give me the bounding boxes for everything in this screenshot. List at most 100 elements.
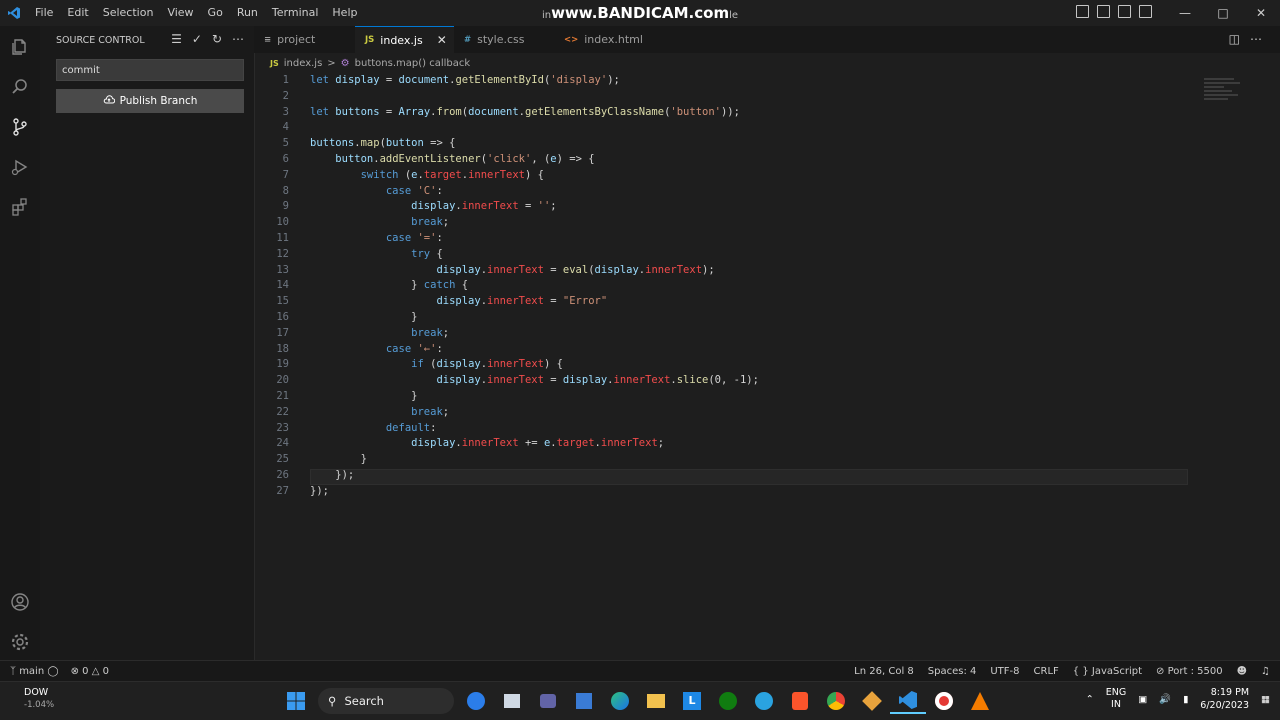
customize-layout-icon[interactable]	[1139, 5, 1152, 18]
settings-gear-icon[interactable]	[8, 630, 32, 654]
code-line[interactable]: 16 }	[254, 309, 1280, 325]
search-icon[interactable]	[8, 75, 32, 99]
volume-icon[interactable]: 🔊	[1159, 694, 1171, 705]
menu-file[interactable]: File	[28, 0, 60, 26]
end-of-line[interactable]: CRLF	[1034, 666, 1059, 677]
live-server-port[interactable]: ⊘ Port : 5500	[1156, 666, 1223, 677]
code-line[interactable]: 19 if (display.innerText) {	[254, 356, 1280, 372]
commit-message-input[interactable]: commit	[56, 59, 244, 81]
feedback-icon[interactable]: ☻	[1237, 666, 1247, 677]
show-hidden-icons-chevron-icon[interactable]: ⌃	[1086, 694, 1094, 705]
store-icon[interactable]	[566, 688, 602, 714]
vlc-icon[interactable]	[962, 688, 998, 714]
menu-go[interactable]: Go	[201, 0, 230, 26]
close-tab-icon[interactable]: ✕	[437, 33, 447, 47]
code-line[interactable]: 9 display.innerText = '';	[254, 198, 1280, 214]
tab-index-html[interactable]: <> index.html	[554, 26, 654, 53]
cursor-position[interactable]: Ln 26, Col 8	[854, 666, 914, 677]
xbox-icon[interactable]	[710, 688, 746, 714]
branch-indicator[interactable]: ᛉ main ◯	[10, 666, 59, 677]
battery-icon[interactable]: ▮	[1183, 694, 1188, 705]
input-language[interactable]: ENG IN	[1106, 687, 1126, 711]
more-actions-icon[interactable]: ⋯	[232, 32, 244, 46]
file-encoding[interactable]: UTF-8	[990, 666, 1019, 677]
close-window-button[interactable]: ✕	[1242, 0, 1280, 26]
code-line[interactable]: 5 buttons.map(button => {	[254, 135, 1280, 151]
minimize-button[interactable]: —	[1166, 0, 1204, 26]
app-l-icon[interactable]: L	[674, 688, 710, 714]
network-icon[interactable]: ▣	[1138, 694, 1147, 705]
run-debug-icon[interactable]	[8, 155, 32, 179]
edge-browser-icon[interactable]	[602, 688, 638, 714]
editor-more-actions-icon[interactable]: ⋯	[1250, 32, 1262, 46]
menu-view[interactable]: View	[160, 0, 200, 26]
code-line[interactable]: 13 display.innerText = eval(display.inne…	[254, 262, 1280, 278]
tab-project[interactable]: ≡ project	[254, 26, 355, 53]
teams-chat-icon[interactable]	[530, 688, 566, 714]
code-line[interactable]: 12 try {	[254, 246, 1280, 262]
stock-widget[interactable]: DOW -1.04%	[24, 686, 54, 712]
publish-branch-button[interactable]: Publish Branch	[56, 89, 244, 113]
problems-indicator[interactable]: ⊗ 0 △ 0	[71, 666, 109, 677]
code-line[interactable]: 21 }	[254, 388, 1280, 404]
code-line[interactable]: 2	[254, 88, 1280, 104]
code-editor[interactable]: 1 let display = document.getElementById('…	[254, 72, 1280, 660]
maximize-button[interactable]: □	[1204, 0, 1242, 26]
split-editor-icon[interactable]: ◫	[1229, 32, 1240, 46]
refresh-icon[interactable]: ↻	[212, 32, 222, 46]
code-line[interactable]: 15 display.innerText = "Error"	[254, 293, 1280, 309]
accounts-icon[interactable]	[8, 590, 32, 614]
code-line[interactable]: 1 let display = document.getElementById('…	[254, 72, 1280, 88]
bing-chat-icon[interactable]	[458, 688, 494, 714]
code-line[interactable]: 7 switch (e.target.innerText) {	[254, 167, 1280, 183]
code-line[interactable]: 26 });	[254, 467, 1280, 483]
code-line[interactable]: 24 display.innerText += e.target.innerTe…	[254, 435, 1280, 451]
telegram-icon[interactable]	[746, 688, 782, 714]
breadcrumb-file[interactable]: index.js	[284, 58, 323, 69]
code-line[interactable]: 14 } catch {	[254, 277, 1280, 293]
folder-icon[interactable]	[638, 688, 674, 714]
indentation[interactable]: Spaces: 4	[928, 666, 977, 677]
clock[interactable]: 8:19 PM 6/20/2023	[1200, 686, 1249, 712]
windows-start-icon[interactable]	[278, 688, 314, 714]
view-as-tree-icon[interactable]: ☰	[171, 32, 182, 46]
git-app-icon[interactable]	[854, 688, 890, 714]
notifications-icon[interactable]: ▦	[1261, 694, 1270, 705]
code-line[interactable]: 4	[254, 119, 1280, 135]
code-line[interactable]: 11 case '=':	[254, 230, 1280, 246]
bandicam-record-icon[interactable]	[926, 688, 962, 714]
explorer-icon[interactable]	[8, 35, 32, 59]
code-line[interactable]: 27});	[254, 483, 1280, 499]
toggle-panel-icon[interactable]	[1097, 5, 1110, 18]
language-mode[interactable]: { } JavaScript	[1073, 666, 1142, 677]
toggle-primary-sidebar-icon[interactable]	[1076, 5, 1089, 18]
menu-run[interactable]: Run	[230, 0, 265, 26]
chrome-browser-icon[interactable]	[818, 688, 854, 714]
code-line[interactable]: 18 case '←':	[254, 341, 1280, 357]
brave-browser-icon[interactable]	[782, 688, 818, 714]
code-line[interactable]: 6 button.addEventListener('click', (e) =…	[254, 151, 1280, 167]
toggle-secondary-sidebar-icon[interactable]	[1118, 5, 1131, 18]
notifications-bell-icon[interactable]: ♫	[1261, 666, 1270, 677]
code-line[interactable]: 10 break;	[254, 214, 1280, 230]
code-line[interactable]: 8 case 'C':	[254, 183, 1280, 199]
menu-terminal[interactable]: Terminal	[265, 0, 326, 26]
menu-edit[interactable]: Edit	[60, 0, 95, 26]
tab-style-css[interactable]: # style.css	[454, 26, 554, 53]
code-line[interactable]: 20 display.innerText = display.innerText…	[254, 372, 1280, 388]
tab-index-js[interactable]: JS index.js ✕	[355, 26, 454, 53]
source-control-icon[interactable]	[8, 115, 32, 139]
code-line[interactable]: 23 default:	[254, 420, 1280, 436]
code-line[interactable]: 3 let buttons = Array.from(document.getEl…	[254, 104, 1280, 120]
commit-check-icon[interactable]: ✓	[192, 32, 202, 46]
extensions-icon[interactable]	[8, 195, 32, 219]
file-manager-icon[interactable]	[494, 688, 530, 714]
menu-help[interactable]: Help	[325, 0, 364, 26]
code-line[interactable]: 22 break;	[254, 404, 1280, 420]
breadcrumb-symbol[interactable]: buttons.map() callback	[355, 58, 471, 69]
minimap[interactable]	[1204, 76, 1244, 106]
taskbar-search[interactable]: ⚲ Search	[318, 688, 454, 714]
menu-selection[interactable]: Selection	[96, 0, 161, 26]
code-line[interactable]: 17 break;	[254, 325, 1280, 341]
vscode-taskbar-icon[interactable]	[890, 688, 926, 714]
